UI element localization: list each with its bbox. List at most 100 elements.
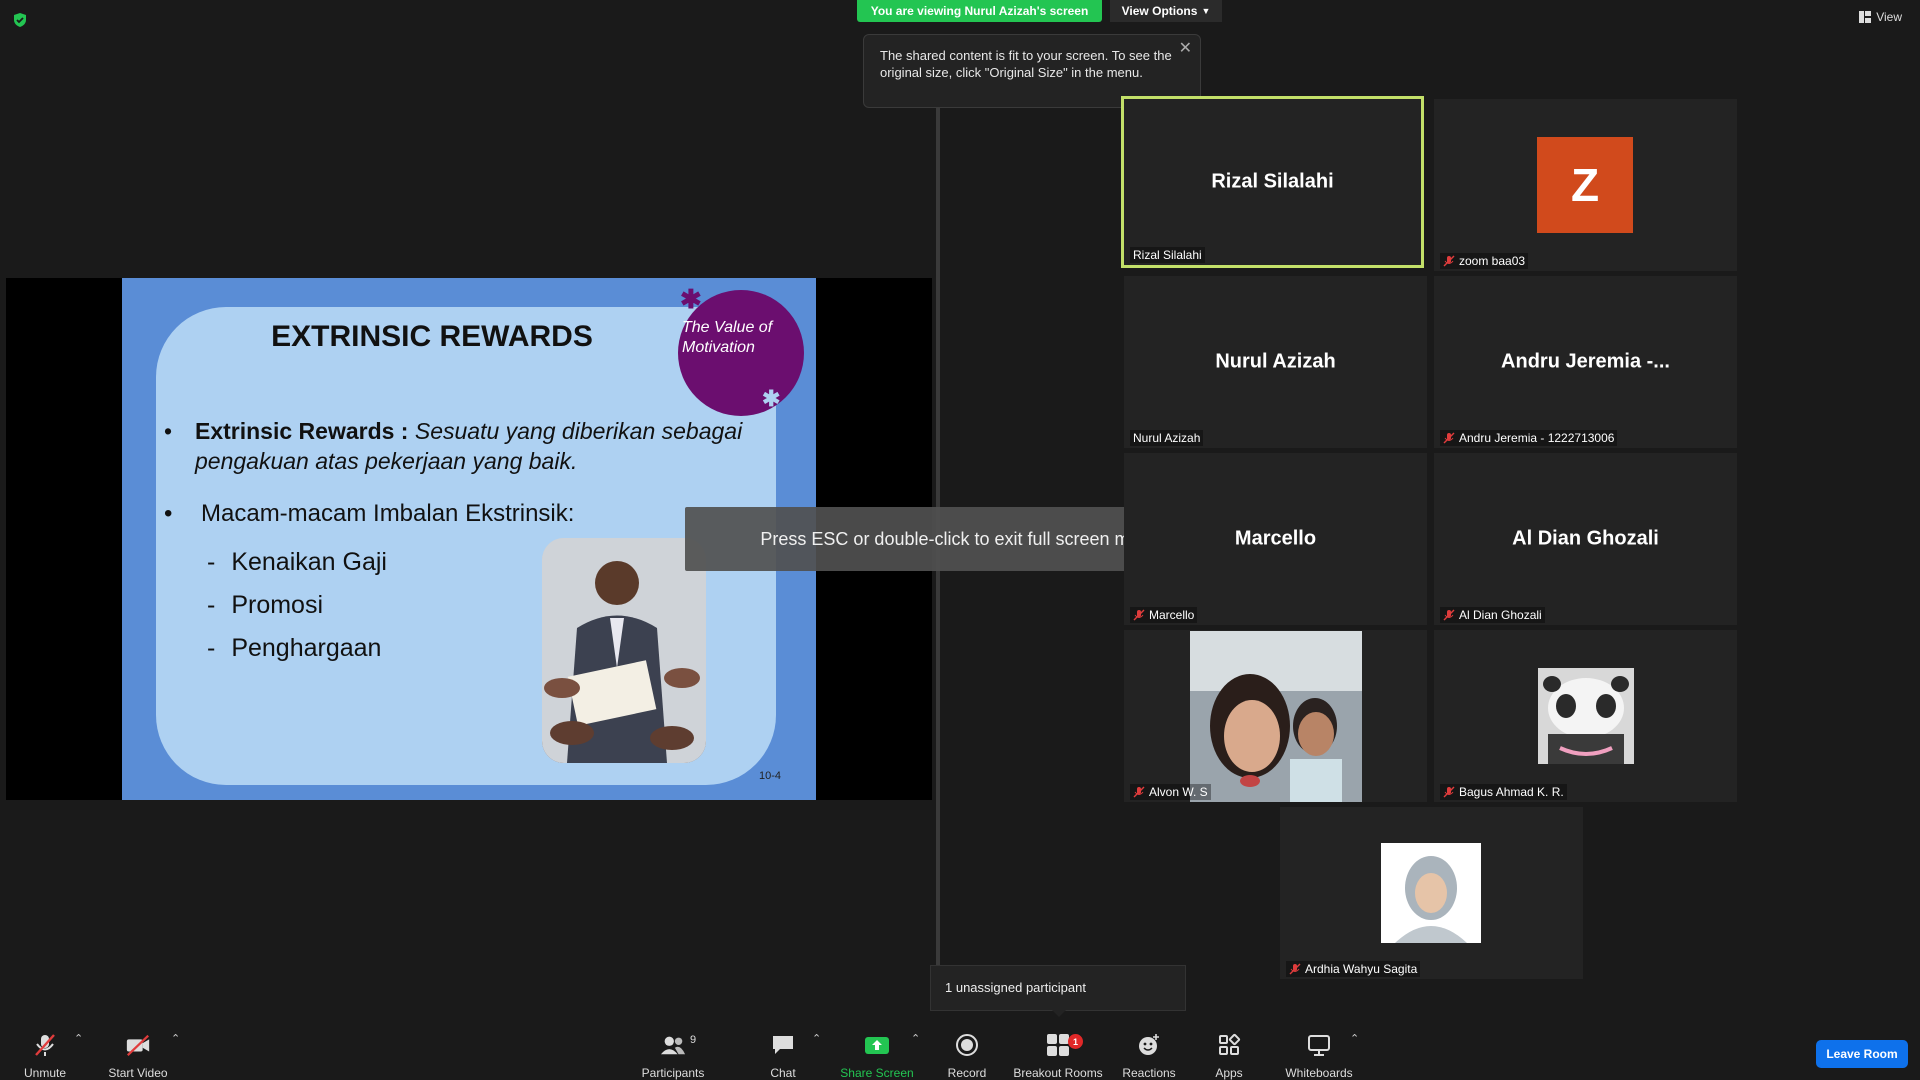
apps-label: Apps	[1215, 1066, 1243, 1080]
mic-muted-icon	[1133, 609, 1145, 621]
slide-sub-item: - Penghargaan	[207, 634, 382, 662]
participants-icon	[660, 1032, 686, 1058]
unmute-label: Unmute	[23, 1066, 67, 1080]
start-video-label: Start Video	[108, 1066, 168, 1080]
participant-display-name: Rizal Silalahi	[1211, 170, 1334, 193]
chat-button[interactable]: Chat	[738, 1020, 828, 1080]
apps-icon	[1216, 1032, 1242, 1058]
participant-name-label: Al Dian Ghozali	[1440, 607, 1545, 623]
mic-muted-icon	[1443, 432, 1455, 444]
breakout-rooms-icon	[1045, 1032, 1071, 1058]
breakout-rooms-button[interactable]: Breakout Rooms	[1013, 1020, 1103, 1080]
participant-display-name: Marcello	[1234, 527, 1317, 550]
bullet-1-label: Extrinsic Rewards :	[195, 418, 409, 444]
mic-muted-icon	[32, 1032, 58, 1058]
participant-display-name: Andru Jeremia -...	[1501, 350, 1670, 373]
view-layout-button[interactable]: View	[1859, 10, 1902, 24]
zoom-meeting-window: You are viewing Nurul Azizah's screen Vi…	[0, 0, 1920, 1080]
whiteboards-label: Whiteboards	[1285, 1066, 1353, 1080]
sub-item-text: Promosi	[231, 591, 324, 619]
chat-options-caret-icon[interactable]: ⌃	[812, 1032, 821, 1045]
mic-muted-icon	[1443, 786, 1455, 798]
video-tile[interactable]: Ardhia Wahyu Sagita	[1280, 807, 1583, 979]
bullet-2-text: Macam-macam Imbalan Ekstrinsik:	[201, 500, 575, 527]
security-shield-icon[interactable]	[12, 12, 28, 28]
video-tile[interactable]: Z zoom baa03	[1434, 99, 1737, 271]
slide-circle-text: The Value of Motivation	[682, 319, 773, 356]
video-options-caret-icon[interactable]: ⌃	[171, 1032, 180, 1045]
whiteboard-options-caret-icon[interactable]: ⌃	[1350, 1032, 1359, 1045]
tooltip-text: The shared content is fit to your screen…	[880, 48, 1172, 80]
avatar: Z	[1537, 137, 1633, 233]
participant-name-label: Alvon W. S	[1130, 784, 1211, 800]
share-options-caret-icon[interactable]: ⌃	[911, 1032, 920, 1045]
breakout-rooms-label: Breakout Rooms	[1013, 1066, 1103, 1080]
participant-name-label: Andru Jeremia - 1222713006	[1440, 430, 1618, 446]
reactions-label: Reactions	[1122, 1066, 1176, 1080]
apps-button[interactable]: Apps	[1184, 1020, 1274, 1080]
view-label: View	[1876, 10, 1902, 24]
video-tile[interactable]: Rizal Silalahi Rizal Silalahi	[1121, 96, 1424, 268]
whiteboard-icon	[1306, 1032, 1332, 1058]
unassigned-participant-popup[interactable]: 1 unassigned participant	[930, 965, 1186, 1011]
record-label: Record	[947, 1066, 987, 1080]
participant-name-label: Ardhia Wahyu Sagita	[1286, 961, 1421, 977]
mic-muted-icon	[1443, 609, 1455, 621]
participant-name-label: Bagus Ahmad K. R.	[1440, 784, 1567, 800]
meeting-toolbar: Unmute ⌃ Start Video ⌃ Participants 9 Ch…	[0, 1020, 1920, 1080]
participant-avatar-image	[1538, 668, 1634, 764]
grid-layout-icon	[1859, 11, 1872, 23]
participant-video-feed	[1190, 631, 1362, 802]
participant-display-name: Al Dian Ghozali	[1512, 527, 1659, 550]
view-options-dropdown[interactable]: View Options ▼	[1110, 0, 1222, 22]
reactions-button[interactable]: Reactions	[1104, 1020, 1194, 1080]
video-off-icon	[125, 1032, 151, 1058]
participant-avatar-image	[1381, 843, 1481, 943]
video-tile[interactable]: Marcello Marcello	[1124, 453, 1427, 625]
slide-bullet-1: • Extrinsic Rewards : Sesuatu yang diber…	[164, 418, 743, 474]
chat-label: Chat	[770, 1066, 796, 1080]
slide-sub-item: - Promosi	[207, 591, 324, 619]
audio-options-caret-icon[interactable]: ⌃	[74, 1032, 83, 1045]
close-icon[interactable]: ✕	[1179, 40, 1192, 57]
share-screen-button[interactable]: Share Screen	[832, 1020, 922, 1080]
share-screen-icon	[864, 1032, 890, 1058]
slide-title: EXTRINSIC REWARDS	[271, 320, 593, 353]
star-icon: ✱	[680, 284, 702, 314]
slide-photo	[542, 538, 706, 763]
sub-item-text: Penghargaan	[231, 634, 382, 662]
share-screen-label: Share Screen	[840, 1066, 914, 1080]
slide-sub-item: - Kenaikan Gaji	[207, 548, 387, 576]
view-options-label: View Options	[1121, 4, 1198, 18]
participant-name-label: Marcello	[1130, 607, 1198, 623]
chat-icon	[770, 1032, 796, 1058]
mic-muted-icon	[1443, 255, 1455, 267]
video-tile[interactable]: Bagus Ahmad K. R.	[1434, 630, 1737, 802]
video-tile[interactable]: Alvon W. S	[1124, 630, 1427, 802]
video-tile[interactable]: Al Dian Ghozali Al Dian Ghozali	[1434, 453, 1737, 625]
participant-name-label: Rizal Silalahi	[1130, 247, 1205, 263]
whiteboards-button[interactable]: Whiteboards	[1274, 1020, 1364, 1080]
sub-item-text: Kenaikan Gaji	[231, 548, 387, 576]
unmute-button[interactable]: Unmute	[0, 1020, 90, 1080]
popup-arrow	[1052, 1010, 1066, 1017]
participant-name-label: Nurul Azizah	[1130, 430, 1204, 446]
participants-label: Participants	[641, 1066, 705, 1080]
video-tile[interactable]: Nurul Azizah Nurul Azizah	[1124, 276, 1427, 448]
leave-room-button[interactable]: Leave Room	[1816, 1040, 1908, 1068]
reactions-icon	[1136, 1032, 1162, 1058]
participants-button[interactable]: Participants	[628, 1020, 718, 1080]
start-video-button[interactable]: Start Video	[93, 1020, 183, 1080]
record-button[interactable]: Record	[922, 1020, 1012, 1080]
participants-count: 9	[690, 1034, 697, 1046]
slide-bullet-2: • Macam-macam Imbalan Ekstrinsik:	[164, 500, 575, 527]
mic-muted-icon	[1133, 786, 1145, 798]
slide-number: 10-4	[759, 770, 782, 782]
video-tile[interactable]: Andru Jeremia -... Andru Jeremia - 12227…	[1434, 276, 1737, 448]
breakout-notification-badge: 1	[1068, 1034, 1083, 1049]
participant-name-label: zoom baa03	[1440, 253, 1529, 269]
viewing-screen-banner: You are viewing Nurul Azizah's screen	[857, 0, 1102, 22]
chevron-down-icon: ▼	[1201, 6, 1211, 16]
mic-muted-icon	[1289, 963, 1301, 975]
record-icon	[954, 1032, 980, 1058]
